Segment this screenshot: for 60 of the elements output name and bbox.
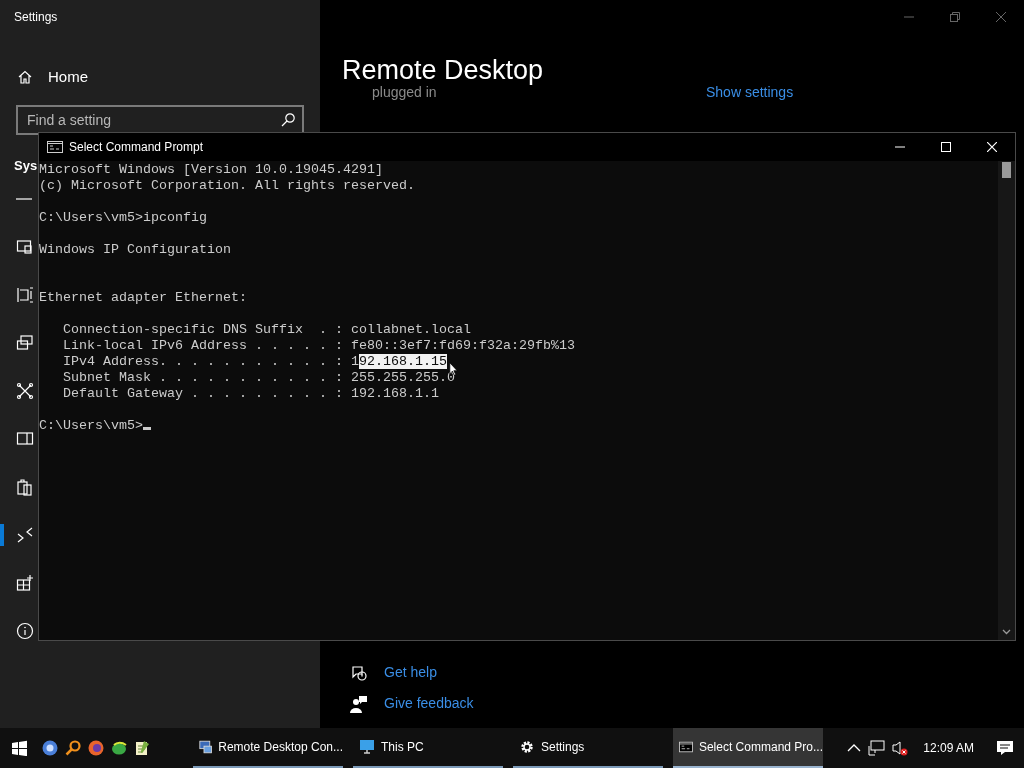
console-line: C:\Users\vm5> bbox=[39, 418, 143, 433]
monitor-icon bbox=[359, 739, 375, 755]
console-icon bbox=[47, 141, 63, 153]
setting-text: plugged in bbox=[371, 83, 438, 102]
remote-desktop-icon bbox=[199, 739, 213, 755]
notepad-icon[interactable] bbox=[133, 740, 150, 756]
apps-icon bbox=[16, 573, 34, 592]
console-line: Microsoft Windows [Version 10.0.19045.4291] bbox=[39, 162, 383, 178]
show-settings-link[interactable]: Show settings bbox=[706, 82, 794, 103]
network-icon[interactable] bbox=[867, 740, 886, 756]
console-line: C:\Users\vm5>ipconfig bbox=[39, 210, 207, 226]
taskbar-button[interactable]: Remote Desktop Con... bbox=[193, 728, 343, 768]
selection-indicator bbox=[0, 523, 4, 546]
console-line: Windows IP Configuration bbox=[39, 242, 231, 258]
browser-icon[interactable] bbox=[41, 740, 58, 756]
help-link[interactable]: Get help bbox=[384, 662, 437, 683]
maximize-icon[interactable] bbox=[941, 142, 951, 152]
clock[interactable]: 12:09 AM bbox=[915, 739, 990, 757]
console-line: Ethernet adapter Ethernet: bbox=[39, 290, 247, 306]
search-icon bbox=[280, 111, 296, 128]
clipboard-icon bbox=[16, 477, 34, 496]
dash-icon bbox=[16, 197, 32, 200]
console-line: Connection-specific DNS Suffix . : collabnet.local bbox=[62, 322, 471, 338]
screens-icon bbox=[16, 333, 34, 352]
text-cursor bbox=[143, 427, 151, 430]
browser-icon[interactable] bbox=[87, 740, 104, 756]
window-icon bbox=[16, 429, 34, 448]
console-line: Default Gateway . . . . . . . . . : 192.168.1.1 bbox=[62, 386, 439, 402]
volume-muted-icon[interactable] bbox=[891, 740, 910, 756]
console-line: IPv4 Address. . . . . . . . . . . : 1 bbox=[62, 354, 359, 369]
scrollbar-thumb[interactable] bbox=[1002, 162, 1011, 178]
taskbar-button[interactable]: Settings bbox=[513, 728, 663, 768]
page-title: Remote Desktop bbox=[342, 54, 545, 86]
globe-icon[interactable] bbox=[110, 740, 127, 756]
section-heading: Sys bbox=[14, 156, 38, 175]
scroll-down-icon[interactable] bbox=[1002, 629, 1011, 635]
scrollbar[interactable] bbox=[998, 161, 1015, 640]
restore-icon[interactable] bbox=[950, 12, 960, 22]
home-icon[interactable] bbox=[17, 69, 33, 86]
gear-icon bbox=[519, 739, 535, 755]
start-icon[interactable] bbox=[11, 740, 27, 756]
search-icon[interactable] bbox=[64, 740, 81, 756]
search-field[interactable]: Find a setting bbox=[16, 104, 304, 135]
console-line: Subnet Mask . . . . . . . . . . . : 255.255.255.0 bbox=[62, 370, 455, 386]
network-icon bbox=[16, 381, 34, 400]
display-icon bbox=[16, 237, 34, 256]
home-link[interactable]: Home bbox=[48, 66, 88, 89]
console-line: Link-local IPv6 Address . . . . . : fe80::3ef7:fd69:f32a:29fb%13 bbox=[62, 338, 575, 354]
window-title: Settings bbox=[13, 9, 59, 26]
chevron-up-icon[interactable] bbox=[847, 743, 862, 753]
notification-icon[interactable] bbox=[996, 740, 1014, 756]
taskbar-button[interactable]: This PC bbox=[353, 728, 503, 768]
feedback-person-icon bbox=[350, 694, 368, 713]
help-chat-icon bbox=[350, 663, 368, 682]
window-title: Select Command Prompt bbox=[68, 139, 205, 156]
info-icon bbox=[16, 621, 34, 640]
console-line: (c) Microsoft Corporation. All rights reserved. bbox=[39, 178, 415, 194]
help-link[interactable]: Give feedback bbox=[384, 693, 474, 714]
console-icon bbox=[679, 739, 693, 755]
taskbar-button[interactable]: Select Command Pro... bbox=[673, 728, 823, 768]
